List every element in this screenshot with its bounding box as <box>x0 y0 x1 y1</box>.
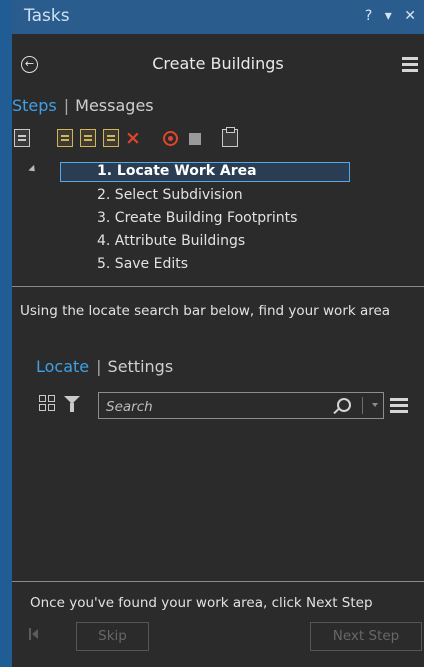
skip-button[interactable]: Skip <box>76 622 149 651</box>
hamburger-menu-icon[interactable] <box>402 57 418 75</box>
stop-icon[interactable] <box>189 133 201 145</box>
divider <box>12 286 424 287</box>
tab-locate[interactable]: Locate <box>36 357 89 376</box>
tab-steps[interactable]: Steps <box>12 96 57 115</box>
task-header: ← Create Buildings <box>12 44 424 84</box>
help-icon[interactable]: ? <box>365 8 374 24</box>
step-item[interactable]: 1. Locate Work Area <box>60 162 350 182</box>
step-item[interactable]: 2. Select Subdivision <box>60 186 350 206</box>
delete-icon[interactable]: × <box>125 129 141 148</box>
locate-menu-icon[interactable] <box>390 398 408 416</box>
next-step-button[interactable]: Next Step <box>310 622 422 651</box>
first-step-icon[interactable] <box>29 628 39 640</box>
tab-separator: | <box>96 357 102 376</box>
search-separator <box>362 397 363 414</box>
divider <box>12 581 424 582</box>
step-item[interactable]: 3. Create Building Footprints <box>60 209 350 229</box>
edit-task-icon[interactable] <box>80 129 96 147</box>
step-item[interactable]: 5. Save Edits <box>60 255 350 275</box>
new-step-icon[interactable] <box>103 129 119 147</box>
chevron-down-icon[interactable]: ▾ <box>385 8 394 24</box>
clipboard-icon[interactable] <box>222 127 238 147</box>
chevron-down-icon[interactable] <box>372 403 378 407</box>
titlebar-controls: ? ▾ ✕ <box>361 8 418 24</box>
grid-view-icon[interactable] <box>39 395 57 413</box>
task-page-icon[interactable] <box>14 129 30 147</box>
tasks-pane: Tasks ? ▾ ✕ ← Create Buildings Steps | Mes… <box>12 0 424 667</box>
record-icon[interactable] <box>163 131 178 146</box>
pane-title: Tasks <box>24 6 70 26</box>
step-instruction: Using the locate search bar below, find … <box>20 303 391 319</box>
task-title: Create Buildings <box>152 54 284 73</box>
close-icon[interactable]: ✕ <box>404 8 418 24</box>
search-input[interactable] <box>104 396 308 417</box>
steps-messages-tabs: Steps | Messages <box>12 96 154 115</box>
tab-separator: | <box>63 96 70 115</box>
filter-icon[interactable] <box>64 396 80 412</box>
search-icon[interactable] <box>337 398 351 412</box>
steps-toolbar: × <box>12 127 424 151</box>
step-item[interactable]: 4. Attribute Buildings <box>60 232 350 252</box>
tab-messages[interactable]: Messages <box>75 96 153 115</box>
pane-titlebar: Tasks ? ▾ ✕ <box>12 0 424 34</box>
tab-settings[interactable]: Settings <box>108 357 174 376</box>
collapse-caret-icon[interactable] <box>28 164 38 175</box>
locate-search-box <box>98 392 384 419</box>
new-task-icon[interactable] <box>57 129 73 147</box>
locate-settings-tabs: Locate | Settings <box>36 357 173 376</box>
footer-instruction: Once you've found your work area, click … <box>30 595 373 611</box>
